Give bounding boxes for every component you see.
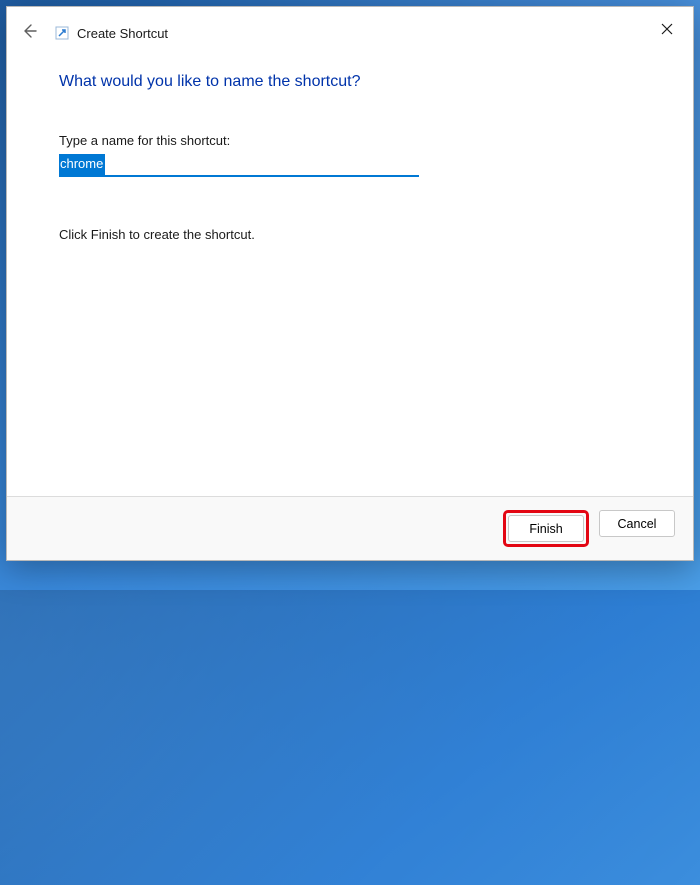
shortcut-icon [55,26,69,40]
dialog-content: What would you like to name the shortcut… [7,55,693,496]
instruction-text: Click Finish to create the shortcut. [59,227,649,242]
shortcut-name-input-wrap[interactable]: chrome [59,154,419,177]
back-arrow-icon[interactable] [21,23,37,44]
button-bar: Finish Cancel [7,496,693,560]
shortcut-name-input[interactable]: chrome [59,154,105,175]
input-label: Type a name for this shortcut: [59,133,649,148]
finish-button[interactable]: Finish [508,515,584,542]
page-heading: What would you like to name the shortcut… [59,73,649,91]
close-button[interactable] [655,17,679,41]
cancel-button[interactable]: Cancel [599,510,675,537]
title-bar: Create Shortcut [7,7,693,55]
dialog-title: Create Shortcut [77,26,168,41]
finish-highlight: Finish [503,510,589,547]
create-shortcut-dialog: Create Shortcut What would you like to n… [6,6,694,561]
